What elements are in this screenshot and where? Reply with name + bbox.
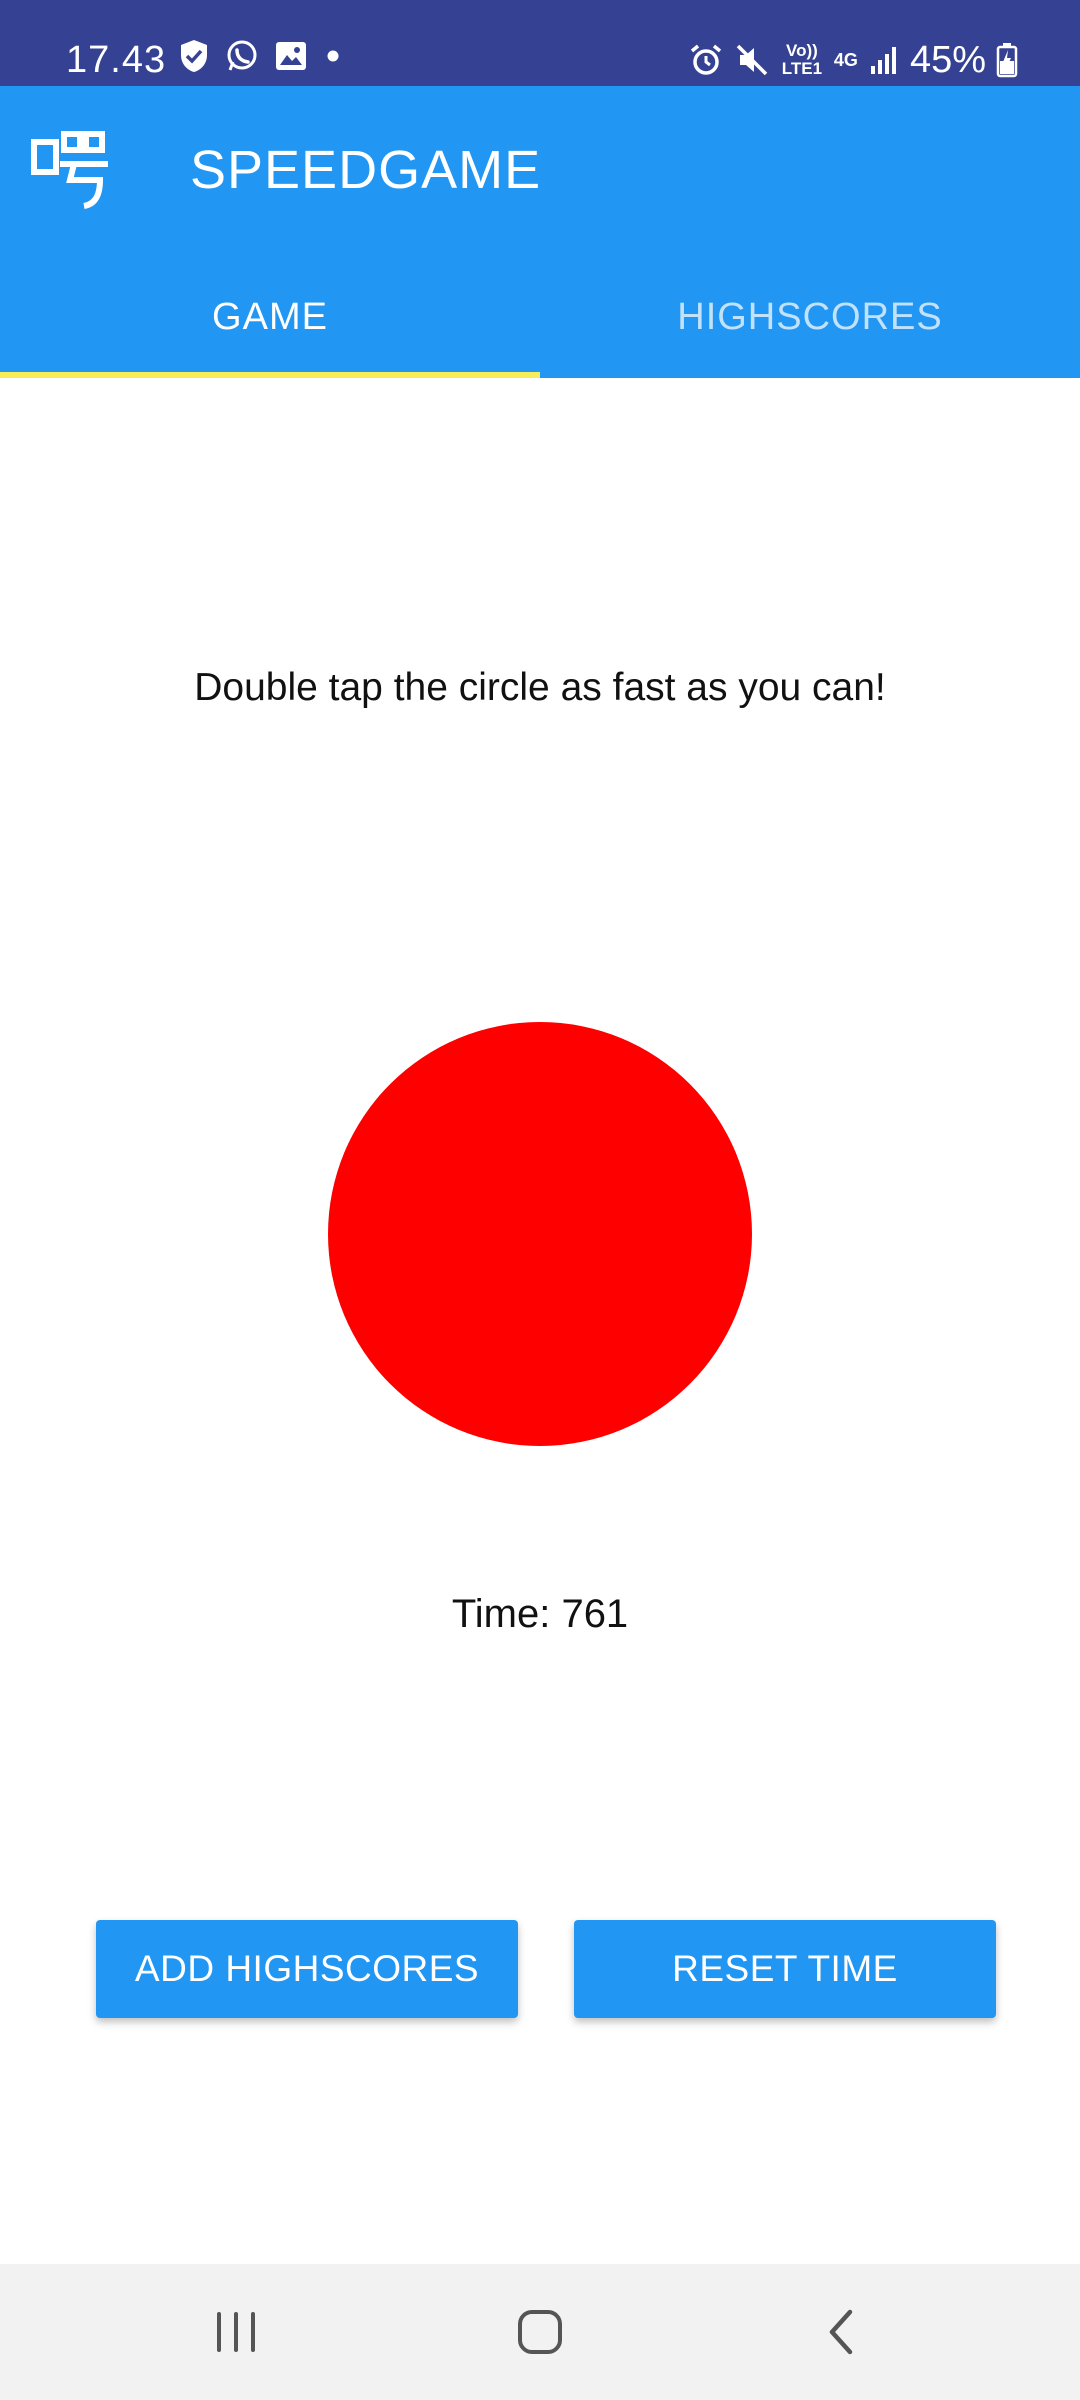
add-highscores-button[interactable]: ADD HIGHSCORES — [96, 1920, 518, 2018]
notification-icons — [178, 38, 344, 74]
navigation-bar — [0, 2264, 1080, 2400]
app-title: SPEEDGAME — [190, 140, 542, 200]
recent-apps-icon[interactable] — [196, 2302, 276, 2362]
home-icon[interactable] — [500, 2302, 580, 2362]
gallery-icon — [274, 40, 308, 72]
time-label: Time: 761 — [451, 1592, 629, 1636]
tab-bar: GAME HIGHSCORES — [0, 256, 1080, 378]
dot-icon — [322, 45, 344, 67]
tab-indicator — [0, 372, 540, 378]
volte-icon: Vo)) LTE1 — [781, 41, 823, 78]
shield-check-icon — [178, 38, 210, 74]
tab-game-label: GAME — [212, 295, 328, 338]
battery-percent: 45% — [909, 39, 986, 81]
app-logo-icon — [30, 128, 110, 212]
game-instruction: Double tap the circle as fast as you can… — [194, 666, 886, 709]
app-bar: SPEEDGAME GAME HIGHSCORES — [0, 86, 1080, 378]
whatsapp-icon — [224, 38, 260, 74]
status-bar: 17.43 Vo)) LTE1 4G 45% — [0, 0, 1080, 86]
speedgame-screen: 17.43 Vo)) LTE1 4G 45% SPEEDGAME GAME HI… — [0, 0, 1080, 2400]
reset-time-button[interactable]: RESET TIME — [574, 1920, 996, 2018]
tab-highscores[interactable]: HIGHSCORES — [540, 256, 1080, 378]
mute-icon — [734, 42, 770, 78]
alarm-icon — [688, 42, 724, 78]
back-icon[interactable] — [802, 2302, 882, 2362]
system-status-icons: Vo)) LTE1 4G 45% — [688, 36, 1018, 84]
tab-game[interactable]: GAME — [0, 256, 540, 378]
battery-charging-icon — [996, 42, 1018, 78]
signal-icon — [868, 44, 900, 76]
4g-icon: 4G — [833, 50, 858, 70]
status-time: 17.43 — [66, 39, 167, 81]
target-circle[interactable] — [328, 1022, 752, 1446]
tab-highscores-label: HIGHSCORES — [677, 295, 943, 338]
